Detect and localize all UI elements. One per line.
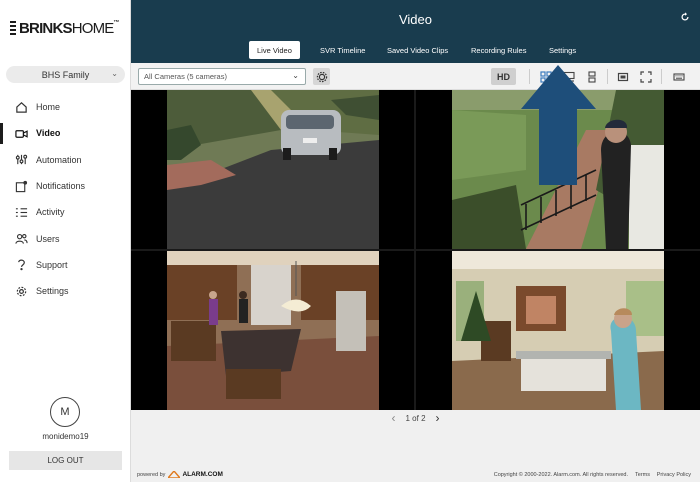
camera-select[interactable]: All Cameras (5 cameras) ⌄	[138, 68, 306, 85]
tab-saved-video-clips[interactable]: Saved Video Clips	[379, 41, 456, 59]
powered-by-label: powered by	[137, 471, 166, 478]
video-toolbar: All Cameras (5 cameras) ⌄ HD	[131, 63, 700, 90]
camera-gear-icon	[316, 71, 327, 82]
keyboard-button[interactable]	[671, 68, 687, 85]
logo-text-light: HOME	[71, 19, 115, 37]
fullscreen-icon	[640, 70, 652, 83]
logout-button[interactable]: LOG OUT	[9, 451, 122, 470]
sidebar-item-label: Notifications	[36, 181, 86, 192]
logo-text-bold: BRINKS	[19, 19, 72, 37]
users-icon	[14, 232, 28, 246]
sidebar-item-settings[interactable]: Settings	[0, 278, 131, 304]
sidebar-nav: Home Video Automation Notifications Acti…	[0, 94, 131, 304]
sidebar-item-notifications[interactable]: Notifications	[0, 173, 131, 199]
sidebar-item-label: Settings	[36, 286, 69, 297]
driveway-camera-feed	[131, 90, 414, 249]
camera-tile-driveway[interactable]	[131, 90, 414, 249]
gear-icon	[14, 284, 28, 298]
header: Video Live Video SVR Timeline Saved Vide…	[131, 0, 700, 63]
sidebar-item-home[interactable]: Home	[0, 94, 131, 120]
logo-bars-icon	[10, 21, 16, 35]
sidebar-item-users[interactable]: Users	[0, 225, 131, 251]
alarm-com-mark-icon	[168, 471, 181, 478]
sidebar-item-label: Users	[36, 233, 60, 244]
username: monidemo19	[42, 432, 89, 441]
video-camera-icon	[14, 126, 28, 140]
previous-page-icon[interactable]: ‹	[391, 411, 395, 425]
page-of-label: of	[412, 413, 419, 423]
refresh-icon[interactable]	[680, 12, 690, 25]
toolbar-divider	[607, 69, 608, 84]
screen-icon	[617, 72, 629, 81]
page-current: 1	[405, 413, 410, 423]
tab-recording-rules[interactable]: Recording Rules	[463, 41, 534, 59]
sidebar-item-label: Home	[36, 102, 61, 113]
chevron-down-icon: ⌄	[292, 71, 299, 80]
camera-settings-button[interactable]	[313, 68, 330, 85]
camera-tile-kitchen[interactable]	[131, 251, 414, 410]
alarm-com-text: ALARM.COM	[182, 471, 223, 478]
sidebar-item-label: Support	[36, 259, 68, 270]
tab-svr-timeline[interactable]: SVR Timeline	[312, 41, 373, 59]
keyboard-icon	[673, 72, 685, 81]
camera-grid	[131, 65, 700, 410]
activity-icon	[14, 205, 28, 219]
annotation-arrow-up-icon	[521, 65, 596, 185]
sidebar-item-support[interactable]: Support	[0, 252, 131, 278]
alarm-com-logo: ALARM.COM	[168, 471, 223, 478]
chevron-down-icon: ⌄	[111, 69, 118, 78]
sidebar: BRINKSHOME™ BHS Family ⌄ Home Video Auto…	[0, 0, 131, 482]
page-title: Video	[398, 12, 432, 27]
notification-icon	[14, 179, 28, 193]
home-icon	[14, 100, 28, 114]
support-icon	[14, 258, 28, 272]
sidebar-item-activity[interactable]: Activity	[0, 199, 131, 225]
tab-settings[interactable]: Settings	[541, 41, 584, 59]
sidebar-item-video[interactable]: Video	[0, 120, 131, 146]
footer: powered by ALARM.COM Copyright © 2000-20…	[131, 466, 700, 482]
kitchen-camera-feed	[131, 251, 414, 410]
camera-pager: ‹ 1 of 2 ›	[131, 410, 700, 426]
sidebar-item-label: Automation	[36, 154, 82, 165]
brinks-home-logo[interactable]: BRINKSHOME™	[10, 18, 120, 38]
privacy-policy-link[interactable]: Privacy Policy	[657, 472, 691, 478]
page-total: 2	[421, 413, 426, 423]
hd-toggle-button[interactable]: HD	[491, 68, 516, 85]
single-view-button[interactable]	[615, 68, 631, 85]
camera-tile-living-room[interactable]	[416, 251, 700, 410]
system-selector[interactable]: BHS Family ⌄	[6, 66, 125, 83]
camera-select-value: All Cameras (5 cameras)	[144, 72, 227, 81]
tab-live-video[interactable]: Live Video	[249, 41, 300, 59]
next-page-icon[interactable]: ›	[436, 411, 440, 425]
sidebar-item-label: Activity	[36, 207, 65, 218]
avatar[interactable]: M	[50, 397, 80, 427]
sidebar-item-label: Video	[36, 128, 61, 139]
powered-by: powered by ALARM.COM	[137, 471, 223, 478]
sliders-icon	[14, 153, 28, 167]
terms-link[interactable]: Terms	[635, 472, 650, 478]
fullscreen-button[interactable]	[638, 68, 654, 85]
sidebar-item-automation[interactable]: Automation	[0, 147, 131, 173]
toolbar-divider	[661, 69, 662, 84]
logo-trademark: ™	[113, 19, 120, 26]
copyright-text: Copyright © 2000-2022. Alarm.com. All ri…	[493, 472, 628, 478]
system-name: BHS Family	[41, 69, 90, 80]
living-room-camera-feed	[416, 251, 700, 410]
